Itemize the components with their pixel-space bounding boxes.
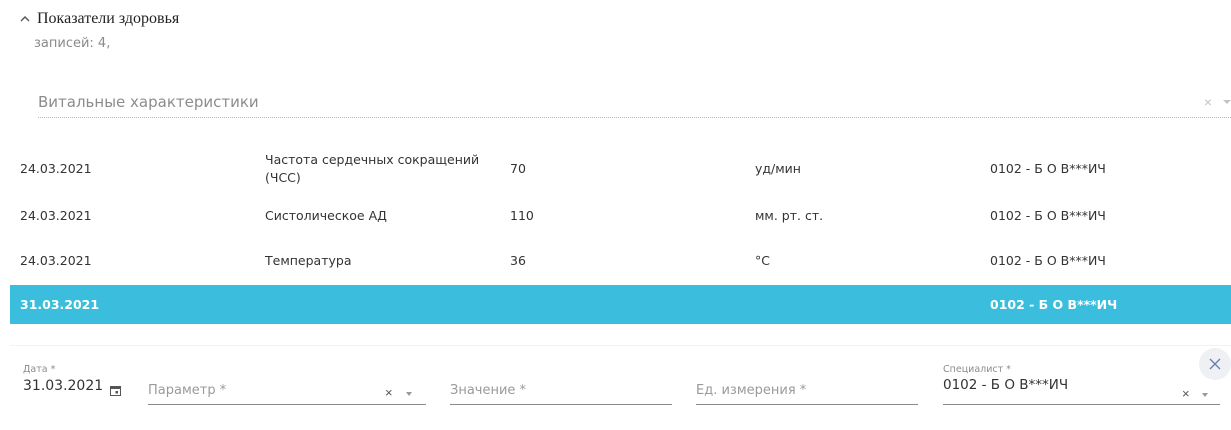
vital-filter-label: Витальные характеристики <box>38 93 259 111</box>
parameter-select[interactable]: Параметр * × <box>148 362 426 405</box>
section-header[interactable]: Показатели здоровья <box>19 10 179 28</box>
health-table: 24.03.2021 Частота сердечных сокращений … <box>10 144 1231 324</box>
calendar-icon[interactable] <box>110 383 121 396</box>
unit-input[interactable]: Ед. измерения * <box>696 362 918 405</box>
specialist-label: Специалист * <box>943 364 1011 375</box>
row-value: 110 <box>510 207 534 223</box>
close-button[interactable] <box>1199 348 1231 380</box>
dropdown-arrow-icon[interactable] <box>1223 100 1231 104</box>
dropdown-arrow-icon[interactable] <box>406 392 412 396</box>
section-title: Показатели здоровья <box>37 10 180 27</box>
form-divider <box>10 345 1231 346</box>
value-underline <box>450 404 672 405</box>
row-specialist: 0102 - Б О В***ИЧ <box>990 160 1106 176</box>
row-specialist: 0102 - Б О В***ИЧ <box>990 296 1118 312</box>
specialist-underline <box>943 404 1220 405</box>
records-count: записей: 4, <box>34 36 111 51</box>
row-value: 70 <box>510 160 526 176</box>
row-unit: уд/мин <box>755 160 801 176</box>
row-specialist: 0102 - Б О В***ИЧ <box>990 207 1106 223</box>
clear-icon[interactable]: × <box>1204 95 1212 109</box>
row-parameter: Температура <box>265 252 352 268</box>
table-row[interactable]: 24.03.2021 Частота сердечных сокращений … <box>10 144 1231 193</box>
date-field[interactable]: Дата * 31.03.2021 <box>23 362 133 404</box>
close-icon <box>1209 358 1221 370</box>
clear-icon[interactable]: × <box>385 386 393 399</box>
row-parameter: Систолическое АД <box>265 207 387 223</box>
row-unit: °С <box>755 252 770 268</box>
value-placeholder: Значение * <box>450 383 527 398</box>
unit-underline <box>696 404 918 405</box>
vital-filter-select[interactable]: Витальные характеристики × <box>38 86 1231 118</box>
dropdown-arrow-icon[interactable] <box>1202 393 1208 397</box>
unit-placeholder: Ед. измерения * <box>696 383 807 398</box>
parameter-underline <box>148 404 426 405</box>
specialist-select[interactable]: Специалист * 0102 - Б О В***ИЧ × <box>943 362 1220 405</box>
value-input[interactable]: Значение * <box>450 362 672 405</box>
table-row[interactable]: 24.03.2021 Температура 36 °С 0102 - Б О … <box>10 238 1231 283</box>
parameter-placeholder: Параметр * <box>148 383 227 398</box>
row-date: 24.03.2021 <box>20 252 92 268</box>
row-parameter: Частота сердечных сокращений (ЧСС) <box>265 151 480 185</box>
specialist-value: 0102 - Б О В***ИЧ <box>943 377 1069 393</box>
table-row[interactable]: 24.03.2021 Систолическое АД 110 мм. рт. … <box>10 193 1231 238</box>
date-value: 31.03.2021 <box>23 378 104 394</box>
row-unit: мм. рт. ст. <box>755 207 824 223</box>
row-value: 36 <box>510 252 526 268</box>
row-date: 24.03.2021 <box>20 160 92 176</box>
table-row-selected[interactable]: 31.03.2021 0102 - Б О В***ИЧ <box>10 285 1231 324</box>
row-date: 24.03.2021 <box>20 207 92 223</box>
clear-icon[interactable]: × <box>1182 387 1190 400</box>
row-specialist: 0102 - Б О В***ИЧ <box>990 252 1106 268</box>
chevron-up-icon[interactable] <box>19 13 31 25</box>
date-label: Дата * <box>23 364 56 375</box>
row-date: 31.03.2021 <box>20 296 100 312</box>
